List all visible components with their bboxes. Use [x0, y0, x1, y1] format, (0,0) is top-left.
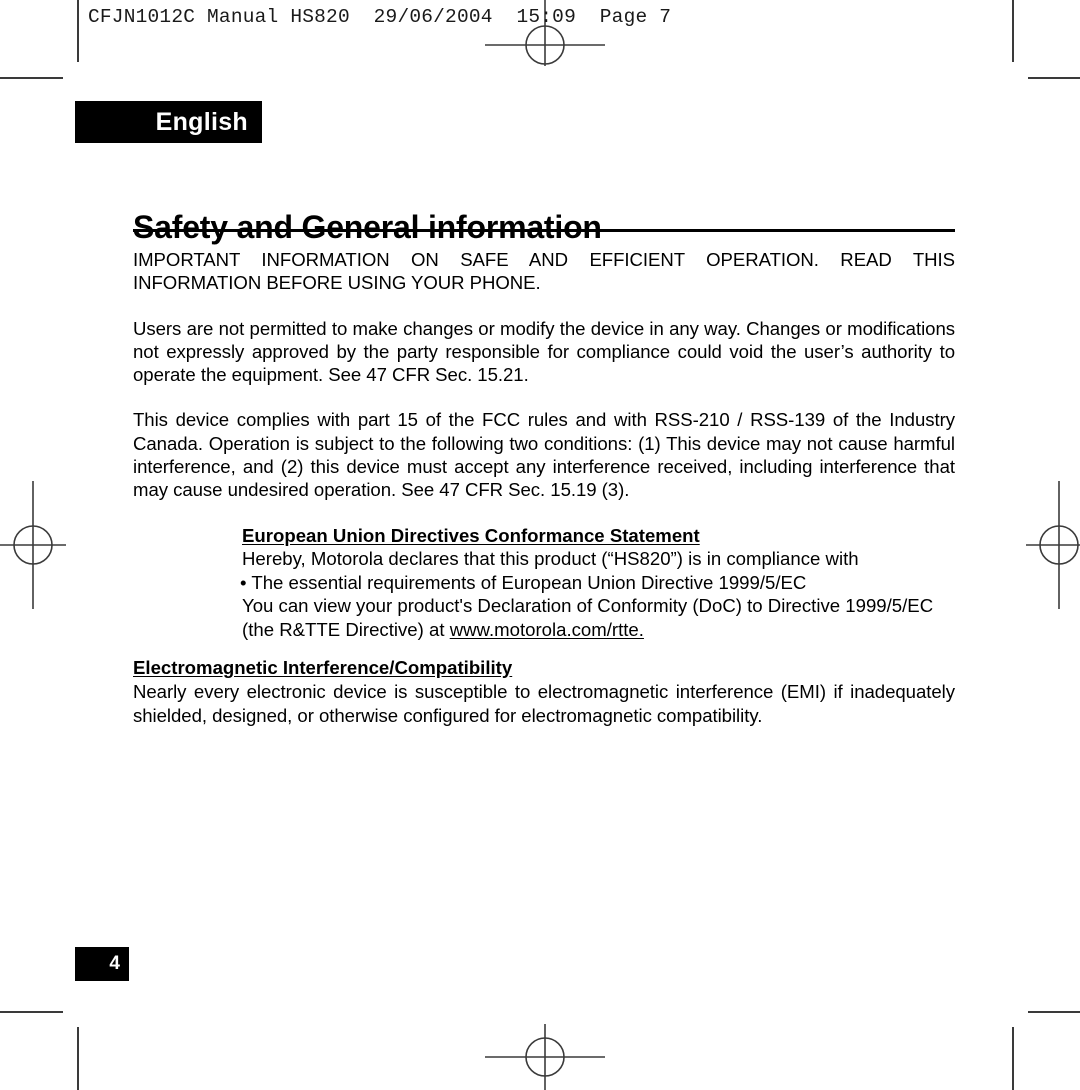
- body-column: IMPORTANT INFORMATION ON SAFE AND EFFICI…: [133, 248, 955, 727]
- paragraph-important-notice: IMPORTANT INFORMATION ON SAFE AND EFFICI…: [133, 249, 955, 294]
- eu-directives-heading: European Union Directives Conformance St…: [242, 524, 700, 546]
- paragraph-emi-body: Nearly every electronic device is suscep…: [133, 681, 955, 726]
- language-tab: English: [75, 101, 262, 143]
- eu-directives-line-3: You can view your product's Declaration …: [242, 595, 934, 617]
- manual-page: English Safety and General information I…: [0, 0, 1080, 1090]
- eu-directives-line-1: Hereby, Motorola declares that this prod…: [242, 548, 859, 570]
- eu-directives-section: European Union Directives Conformance St…: [240, 524, 955, 642]
- paragraph-modifications: Users are not permitted to make changes …: [133, 317, 955, 386]
- paragraph-fcc-compliance: This device complies with part 15 of the…: [133, 409, 955, 501]
- eu-directives-line-4-text: (the R&TTE Directive) at: [242, 619, 450, 641]
- page-number-badge: 4: [75, 947, 129, 981]
- page-number-label: 4: [109, 953, 120, 974]
- emi-section: Electromagnetic Interference/Compatibili…: [133, 656, 955, 727]
- motorola-rtte-link[interactable]: www.motorola.com/rtte.: [450, 619, 644, 640]
- eu-directives-line-2: • The essential requirements of European…: [240, 571, 807, 593]
- eu-directives-line-4: (the R&TTE Directive) at www.motorola.co…: [242, 618, 955, 642]
- emi-heading: Electromagnetic Interference/Compatibili…: [133, 656, 513, 678]
- language-tab-label: English: [155, 107, 248, 136]
- title-underline-rule: [133, 229, 955, 232]
